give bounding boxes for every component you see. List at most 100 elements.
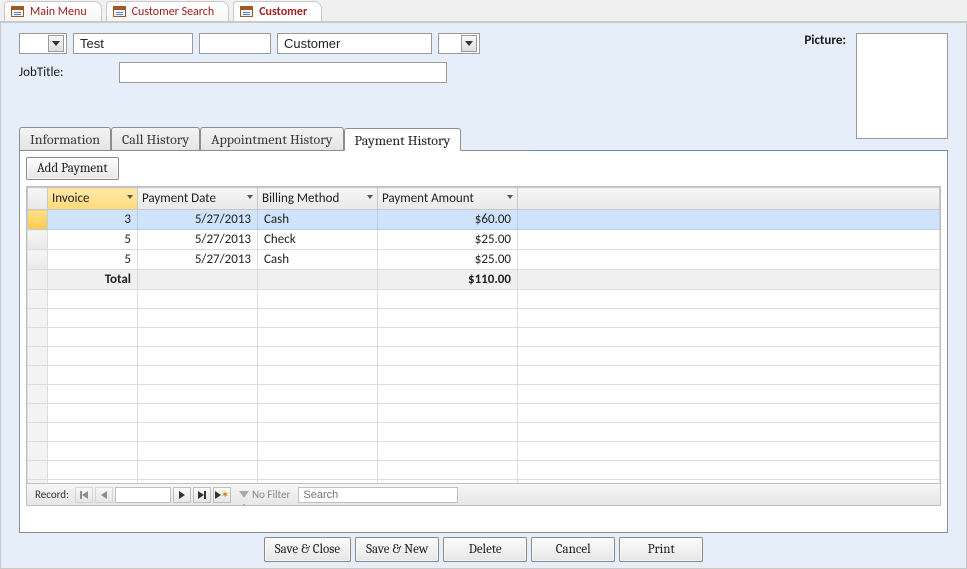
- select-all-cell[interactable]: [28, 188, 48, 210]
- picture-label: Picture:: [804, 33, 846, 48]
- document-tabstrip: Main Menu Customer Search Customer: [0, 0, 967, 22]
- cell-blank: [518, 270, 940, 290]
- tab-appointment-history[interactable]: Appointment History: [200, 127, 343, 150]
- empty-row: [28, 309, 940, 328]
- cell-billing-method[interactable]: Cash: [258, 250, 378, 270]
- cell-invoice[interactable]: 5: [48, 250, 138, 270]
- bar-icon: [204, 491, 206, 499]
- tab-information[interactable]: Information: [19, 127, 111, 150]
- row-selector[interactable]: [28, 250, 48, 270]
- empty-row: [28, 423, 940, 442]
- nav-first-button[interactable]: [75, 487, 93, 503]
- col-label: Invoice: [52, 191, 89, 206]
- chevron-down-icon: [127, 195, 133, 199]
- tab-payment-history[interactable]: Payment History: [344, 128, 462, 151]
- last-name-input[interactable]: [277, 33, 432, 54]
- empty-row: [28, 328, 940, 347]
- cell-payment-date[interactable]: 5/27/2013: [138, 230, 258, 250]
- save-new-button[interactable]: Save & New: [355, 537, 439, 562]
- col-label: Billing Method: [262, 191, 339, 206]
- form-icon: [11, 6, 24, 17]
- tab-label: Customer Search: [132, 5, 215, 19]
- chevron-down-icon: [52, 41, 60, 46]
- cell-billing-method[interactable]: Check: [258, 230, 378, 250]
- nav-prev-button[interactable]: [95, 487, 113, 503]
- title-combo[interactable]: [19, 33, 67, 54]
- cell-blank: [518, 210, 940, 230]
- cell-blank: [518, 250, 940, 270]
- cell-payment-amount[interactable]: $60.00: [378, 210, 518, 230]
- payment-history-panel: Add Payment Invoice Payment Date Billing…: [19, 151, 948, 533]
- empty-row: [28, 404, 940, 423]
- add-payment-button[interactable]: Add Payment: [26, 157, 119, 180]
- col-blank: [518, 188, 940, 210]
- col-label: Payment Amount: [382, 191, 474, 206]
- cell-payment-amount[interactable]: $25.00: [378, 230, 518, 250]
- col-invoice[interactable]: Invoice: [48, 188, 138, 210]
- save-close-button[interactable]: Save & Close: [264, 537, 351, 562]
- row-selector[interactable]: [28, 230, 48, 250]
- combo-dropdown-button[interactable]: [461, 35, 477, 52]
- cell-invoice[interactable]: 5: [48, 230, 138, 250]
- tab-label: Main Menu: [30, 5, 87, 19]
- form-footer-buttons: Save & Close Save & New Delete Cancel Pr…: [1, 537, 966, 562]
- cell-invoice[interactable]: 3: [48, 210, 138, 230]
- nav-last-button[interactable]: [193, 487, 211, 503]
- combo-dropdown-button[interactable]: [48, 35, 64, 52]
- funnel-icon: [239, 491, 249, 498]
- table-row[interactable]: 55/27/2013Cash$25.00: [28, 250, 940, 270]
- triangle-right-icon: [179, 491, 185, 499]
- cancel-button[interactable]: Cancel: [531, 537, 615, 562]
- row-selector[interactable]: [28, 210, 48, 230]
- delete-button[interactable]: Delete: [443, 537, 527, 562]
- cell-payment-date[interactable]: 5/27/2013: [138, 210, 258, 230]
- cell-payment-amount[interactable]: $25.00: [378, 250, 518, 270]
- form-icon: [113, 6, 126, 17]
- first-name-input[interactable]: [73, 33, 193, 54]
- totals-row: Total$110.00: [28, 270, 940, 290]
- col-payment-date[interactable]: Payment Date: [138, 188, 258, 210]
- payments-datasheet: Invoice Payment Date Billing Method Paym…: [26, 186, 941, 506]
- jobtitle-input[interactable]: [119, 62, 447, 83]
- chevron-down-icon: [465, 41, 473, 46]
- nav-new-button[interactable]: ✶: [213, 487, 231, 503]
- tab-customer-search[interactable]: Customer Search: [106, 1, 230, 21]
- star-icon: ✶: [221, 490, 229, 500]
- table-row[interactable]: 35/27/2013Cash$60.00: [28, 210, 940, 230]
- jobtitle-label: JobTitle:: [19, 65, 119, 80]
- customer-form: JobTitle: Picture: Information Call Hist…: [0, 22, 967, 569]
- table-row[interactable]: 55/27/2013Check$25.00: [28, 230, 940, 250]
- chevron-down-icon: [507, 195, 513, 199]
- detail-tabstrip: Information Call History Appointment His…: [19, 127, 948, 151]
- tab-main-menu[interactable]: Main Menu: [4, 1, 102, 21]
- jobtitle-row: JobTitle:: [19, 62, 948, 83]
- datasheet-search-input[interactable]: [298, 487, 458, 503]
- cell-billing-method[interactable]: Cash: [258, 210, 378, 230]
- picture-box[interactable]: [856, 33, 948, 139]
- col-payment-amount[interactable]: Payment Amount: [378, 188, 518, 210]
- suffix-combo[interactable]: [438, 33, 480, 54]
- cell-blank: [138, 270, 258, 290]
- empty-row: [28, 366, 940, 385]
- filter-indicator[interactable]: No Filter: [239, 488, 290, 501]
- cell-payment-date[interactable]: 5/27/2013: [138, 250, 258, 270]
- record-navigator: Record: ✶ No Filter: [27, 483, 940, 505]
- print-button[interactable]: Print: [619, 537, 703, 562]
- record-label: Record:: [35, 488, 69, 501]
- empty-row: [28, 347, 940, 366]
- totals-label: Total: [48, 270, 138, 290]
- chevron-down-icon: [247, 195, 253, 199]
- nav-next-button[interactable]: [173, 487, 191, 503]
- chevron-down-icon: [367, 195, 373, 199]
- col-billing-method[interactable]: Billing Method: [258, 188, 378, 210]
- triangle-left-icon: [82, 491, 88, 499]
- form-icon: [240, 6, 253, 17]
- row-selector: [28, 270, 48, 290]
- tab-customer[interactable]: Customer: [233, 1, 322, 21]
- cell-blank: [258, 270, 378, 290]
- tab-call-history[interactable]: Call History: [111, 127, 200, 150]
- record-number-input[interactable]: [115, 487, 171, 503]
- tab-label: Customer: [259, 5, 307, 19]
- middle-name-input[interactable]: [199, 33, 271, 54]
- empty-row: [28, 461, 940, 480]
